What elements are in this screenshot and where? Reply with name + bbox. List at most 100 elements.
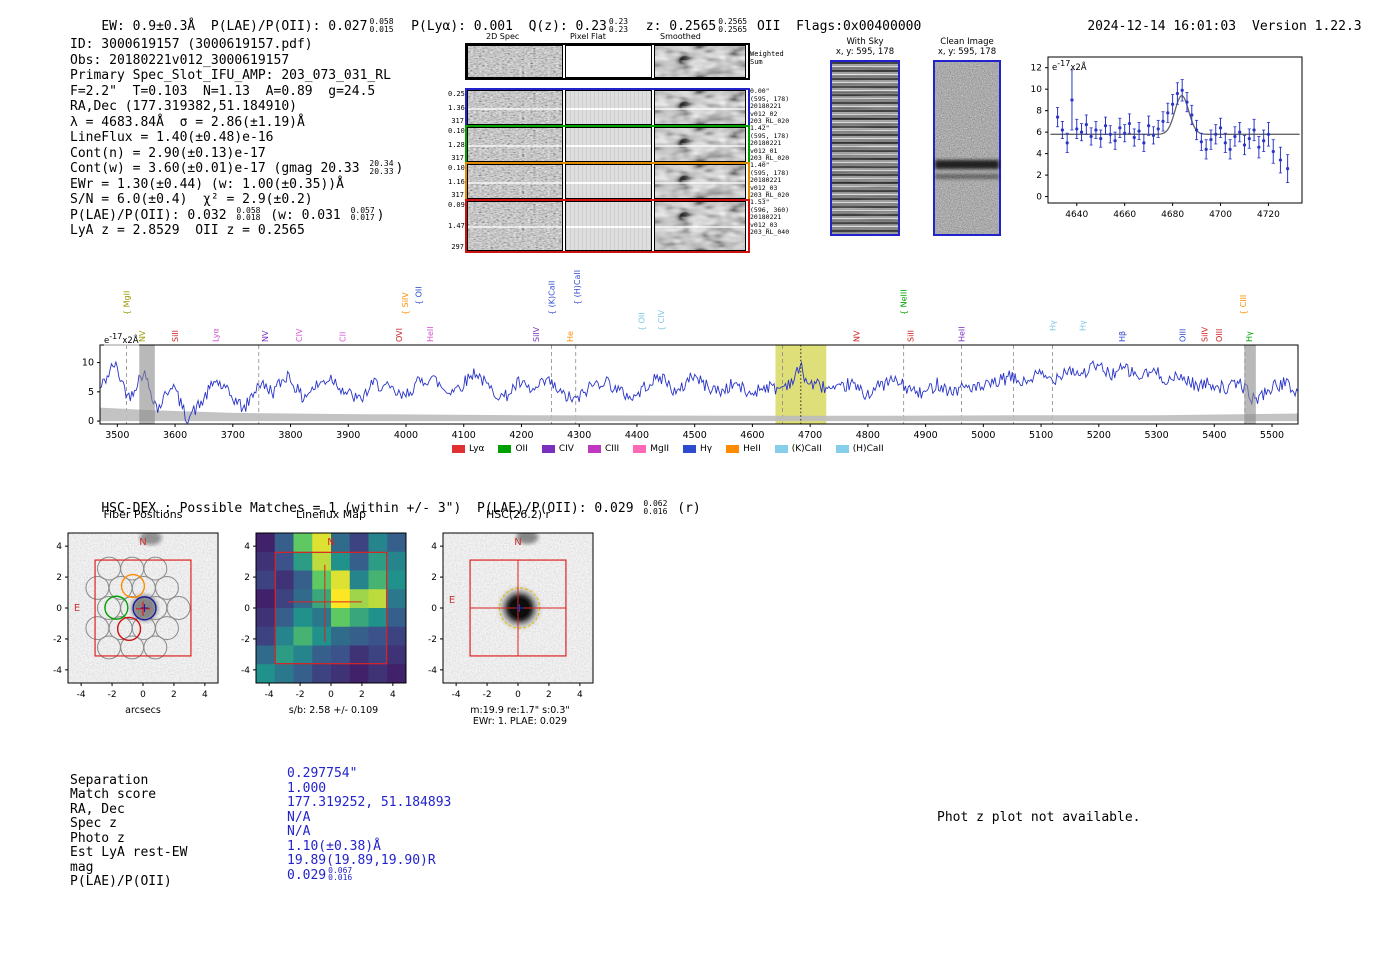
heatmap-cell	[274, 645, 294, 665]
spec2d-row-annotation: 1.53" (596, 360) 20180221 v012_03 203_RL…	[750, 198, 790, 237]
heatmap-cell	[256, 626, 276, 646]
info-text: RA,Dec (177.319382,51.184910)	[70, 99, 297, 114]
match-field-value: 177.319252, 51.184893	[287, 795, 451, 810]
photz-note: Phot z plot not available.	[937, 810, 1141, 825]
axis-tick-label: 2	[1036, 171, 1042, 181]
info-text: ID: 3000619157 (3000619157.pdf)	[70, 37, 313, 52]
heatmap-cell	[274, 570, 294, 590]
info-text: Cont(n) = 2.90(±0.13)e-17	[70, 145, 266, 161]
data-point	[1118, 126, 1122, 130]
heatmap-cell	[274, 608, 294, 628]
info-text: )	[376, 207, 385, 223]
data-point	[1099, 136, 1103, 141]
emission-line-label: { SiIV	[401, 292, 410, 315]
fiber-xlabel: arcsecs	[125, 705, 161, 716]
emission-line-label: { CIV	[657, 309, 666, 331]
data-point	[1233, 134, 1237, 139]
heatmap-cell	[368, 608, 388, 628]
cutout-title: HSC(26.2) r	[486, 508, 551, 521]
data-point	[1228, 147, 1232, 151]
fiber-image-group	[68, 533, 218, 683]
data-point	[1113, 139, 1117, 143]
emission-line-legend: Lyα OII CIV CIII MgII Hγ HeII (K)CaII (H)CaII	[452, 444, 884, 454]
legend-swatch	[726, 444, 740, 453]
scale-value: 317	[451, 154, 464, 162]
heatmap-cell	[331, 664, 351, 684]
smoothed-image	[654, 127, 746, 162]
data-point	[1089, 134, 1093, 139]
spec2d-center-line	[468, 181, 562, 184]
smoothed-image	[654, 90, 746, 125]
heatmap-cell	[368, 551, 388, 571]
info-text: Cont(w) = 3.60(±0.01)e-17 (gmag 20.33	[70, 161, 368, 176]
axis-tick-label: 4	[431, 542, 437, 552]
axis-tick-label: 4	[202, 690, 208, 700]
heatmap-cell	[274, 626, 294, 646]
emission-line-label: NV	[852, 330, 861, 342]
axis-tick-label: 4700	[798, 430, 822, 440]
data-point	[1103, 124, 1108, 128]
emission-line-label: Hγ	[1245, 331, 1254, 342]
pixel-flat-image	[565, 45, 652, 78]
spec2d-row-scale-labels: 0.10 1.28 317	[448, 127, 465, 162]
info-line: EWr = 1.30(±0.44) (w: 1.00(±0.35))Å	[70, 177, 403, 193]
axis-tick-label: 4680	[1161, 210, 1184, 220]
legend-swatch	[498, 444, 512, 453]
data-point	[1161, 119, 1165, 124]
info-line: Cont(w) = 3.60(±0.01)e-17 (gmag 20.33 20…	[70, 160, 403, 177]
heatmap-cell	[349, 645, 369, 665]
spec2d-center-line	[468, 144, 562, 147]
axis-tick-label: 5400	[1202, 430, 1226, 440]
axis-tick-label: 0	[431, 604, 437, 614]
error-band	[100, 407, 1298, 422]
data-point	[1209, 138, 1213, 142]
clean-dark-band-2	[935, 174, 999, 179]
weighted-sum-label: Weighted Sum	[750, 50, 784, 66]
axis-tick-label: -2	[483, 690, 492, 700]
spec2d-row-scale-labels: 0.25 1.36 317	[448, 90, 465, 125]
heatmap-cell	[387, 533, 407, 553]
match-field-label: Spec z	[70, 816, 117, 832]
heatmap-cell	[274, 664, 294, 684]
heatmap-cell	[387, 551, 407, 571]
legend-label: HeII	[743, 444, 761, 454]
emission-line-label: { CIII	[1239, 295, 1248, 315]
report-datetime: 2024-12-14 16:01:03	[1087, 19, 1237, 34]
axis-tick-label: 2	[171, 690, 177, 700]
header-datetime-version: 2024-12-14 16:01:03 Version 1.22.3	[1056, 4, 1361, 49]
pixel-flat-image	[565, 90, 652, 125]
heatmap-cell	[256, 551, 276, 571]
data-point	[1171, 102, 1175, 106]
spec2d-row-annotation: 1.40" (595, 178) 20180221 v012_03 203_RL…	[750, 161, 790, 200]
axis-tick-label: 4100	[452, 430, 476, 440]
compass-north-label: N	[327, 537, 334, 548]
data-point	[1252, 128, 1256, 132]
heatmap-cell	[331, 589, 351, 609]
emission-line-label: HeII	[957, 326, 966, 342]
heatmap-cell	[349, 664, 369, 684]
emission-line-label: CIV	[295, 328, 304, 342]
spec2d-image	[467, 127, 563, 162]
info-line: RA,Dec (177.319382,51.184910)	[70, 99, 403, 115]
axis-tick-label: 4400	[625, 430, 649, 440]
axis-tick-label: 0	[56, 604, 62, 614]
legend-label: Lyα	[469, 444, 485, 454]
elixer-report-page: EW: 0.9±0.3Å P(LAE)/P(OII): 0.027 0.058 0.…	[0, 0, 1400, 953]
value-text: 1.10(±0.38)Å	[287, 838, 381, 854]
spec2d-center-line	[468, 107, 562, 110]
spec2d-image	[467, 201, 563, 251]
uncertainty-fraction: 0.057 0.017	[350, 205, 375, 222]
emission-line-label: Hγ	[1079, 320, 1088, 331]
info-line: Cont(n) = 2.90(±0.13)e-17	[70, 146, 403, 162]
axis-tick-label: 3800	[278, 430, 302, 440]
hsc-plae-uncertainty: 0.062 0.016	[643, 499, 668, 516]
uncertainty-fraction: 0.058 0.018	[236, 205, 261, 222]
axis-tick-label: 3900	[336, 430, 360, 440]
emission-line-label: { (K)CaII	[548, 281, 557, 315]
axis-tick-label: 10	[82, 358, 94, 369]
scale-value: 0.10	[448, 127, 465, 135]
compass-north-label: N	[514, 537, 521, 548]
data-point	[1127, 121, 1132, 126]
data-point	[1156, 127, 1160, 131]
data-point	[1147, 124, 1151, 128]
